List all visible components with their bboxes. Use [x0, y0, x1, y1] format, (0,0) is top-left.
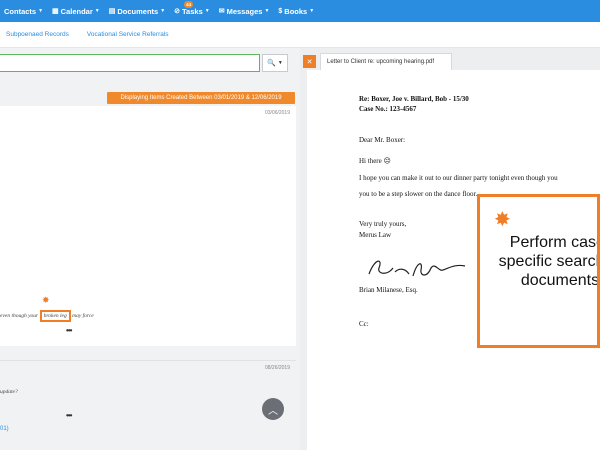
signature-image: [368, 260, 466, 277]
more-options-button[interactable]: •••: [66, 326, 72, 335]
search-button[interactable]: 🔍 ▼: [262, 54, 288, 72]
caret-down-icon: ▼: [264, 8, 270, 14]
letter-re-line: Re: Boxer, Joe v. Billard, Bob - 15/30: [359, 95, 469, 103]
result-card[interactable]: 03/06/2019 ✸ even though your broken leg…: [0, 106, 296, 346]
caret-down-icon: ▼: [277, 60, 283, 66]
more-options-button[interactable]: •••: [66, 411, 72, 420]
link-vocational-service-referrals[interactable]: Vocational Service Referrals: [87, 31, 169, 38]
nav-calendar[interactable]: ▦ Calendar ▼: [52, 7, 100, 16]
nav-item-label: Calendar: [60, 6, 93, 16]
caret-down-icon: ▼: [204, 8, 210, 14]
nav-item-label: Contacts: [4, 6, 37, 16]
nav-item-label: Messages: [226, 6, 263, 16]
letter-case-line: Case No.: 123-4567: [359, 105, 417, 113]
result-link[interactable]: 01): [0, 426, 9, 432]
result-date: 03/06/2019: [264, 110, 290, 116]
nav-messages[interactable]: ✉ Messages ▼: [219, 7, 270, 16]
close-icon: ✕: [306, 58, 313, 66]
search-results-panel: 🔍 ▼ Displaying Items Created Between 03/0…: [0, 48, 300, 450]
top-nav: Contacts ▼ ▦ Calendar ▼ ▤ Documents ▼ ⊘ 44 Task…: [0, 0, 600, 22]
tasks-count-badge: 44: [184, 0, 194, 8]
nav-contacts[interactable]: Contacts ▼: [4, 7, 43, 16]
result-card[interactable]: 08/26/2019 update? ••• 01): [0, 360, 296, 450]
callout-text: Perform case-specific searches documents: [498, 234, 600, 289]
nav-item-label: Books: [284, 6, 308, 16]
highlighted-match: broken leg: [39, 310, 71, 322]
search-icon: 🔍: [267, 60, 276, 67]
letter-cc: Cc:: [359, 320, 369, 328]
nav-documents[interactable]: ▤ Documents ▼: [109, 7, 165, 16]
link-subpoenaed-records[interactable]: Subpoenaed Records: [6, 31, 69, 38]
dollar-icon: $: [278, 7, 283, 15]
search-row: 🔍 ▼: [0, 54, 288, 72]
close-document-button[interactable]: ✕: [303, 55, 316, 68]
letter-firm: Merus Law: [359, 231, 392, 239]
search-input[interactable]: [0, 54, 260, 72]
result-date: 08/26/2019: [264, 365, 290, 371]
letter-re-block: Re: Boxer, Joe v. Billard, Bob - 15/30 C…: [359, 94, 469, 114]
sub-nav: Subpoenaed Records Vocational Service Re…: [0, 22, 600, 48]
letter-greeting: Hi there ☹: [359, 157, 391, 165]
starburst-icon: ✸: [494, 209, 511, 231]
nav-item-label: Documents: [117, 6, 159, 16]
result-snippet: update?: [0, 389, 18, 395]
snippet-text-after: may force: [72, 313, 94, 319]
date-filter-badge: Displaying Items Created Between 03/01/2…: [107, 92, 295, 104]
letter-signer: Brian Milanese, Esq.: [359, 286, 418, 294]
scroll-to-top-button[interactable]: ︿: [262, 398, 284, 420]
calendar-icon: ▦: [52, 8, 59, 15]
letter-salutation: Dear Mr. Boxer:: [359, 136, 406, 144]
feature-callout: ✸ Perform case-specific searches documen…: [477, 194, 600, 348]
tasks-icon: ⊘: [174, 8, 181, 15]
nav-books[interactable]: $ Books ▼: [278, 7, 314, 16]
letter-body-line: I hope you can make it out to our dinner…: [359, 174, 558, 182]
nav-tasks[interactable]: ⊘ 44 Tasks ▼: [174, 0, 210, 16]
documents-icon: ▤: [108, 8, 116, 15]
result-snippet: even though your broken leg may force: [0, 310, 94, 322]
document-viewer: ✕ Letter to Client re: upcoming hearing.…: [300, 48, 600, 450]
nav-item-label: Tasks: [182, 6, 203, 16]
caret-down-icon: ▼: [309, 8, 315, 14]
caret-down-icon: ▼: [94, 8, 100, 14]
caret-down-icon: ▼: [38, 8, 44, 14]
starburst-icon: ✸: [42, 295, 50, 305]
letter-body-line: you to be a step slower on the dance flo…: [359, 190, 478, 198]
letter-closing: Very truly yours,: [359, 220, 407, 228]
chevron-up-icon: ︿: [268, 405, 278, 417]
document-tab[interactable]: Letter to Client re: upcoming hearing.pd…: [320, 53, 452, 70]
caret-down-icon: ▼: [160, 8, 166, 14]
envelope-icon: ✉: [218, 8, 225, 15]
snippet-text-before: even though your: [0, 313, 39, 319]
